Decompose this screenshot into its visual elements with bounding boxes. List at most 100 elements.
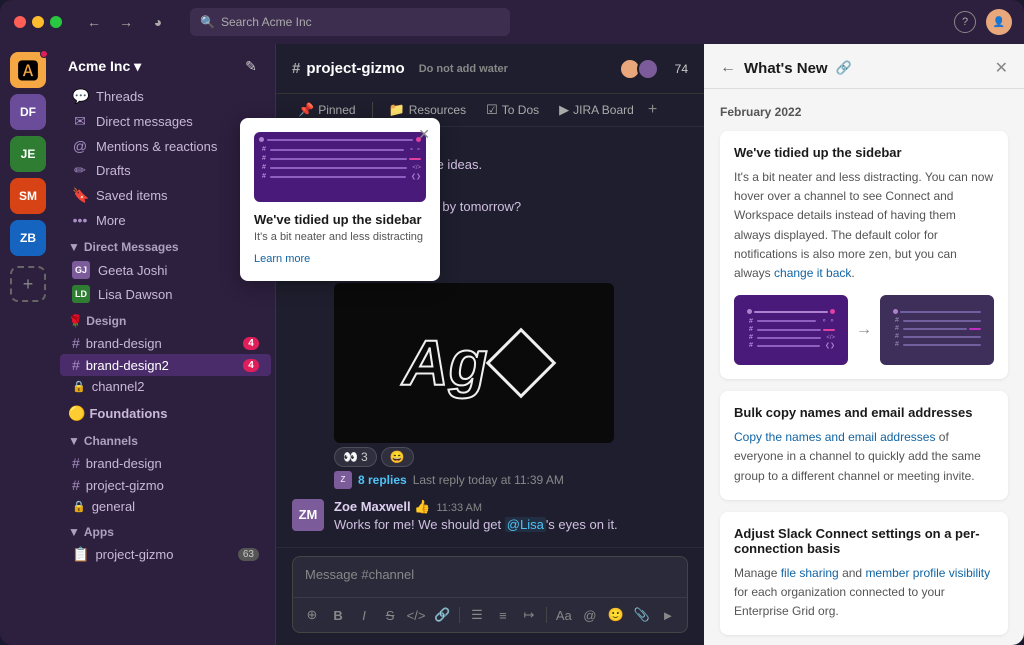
search-bar[interactable]: 🔍 Search Acme Inc: [190, 8, 510, 36]
foundations-section[interactable]: 🟡 Foundations: [56, 397, 275, 426]
mentions-icon: @: [72, 138, 88, 154]
input-sep-1: [459, 607, 460, 623]
search-icon: 🔍: [200, 15, 215, 29]
tooltip-close-button[interactable]: ✕: [418, 126, 430, 143]
user-avatar[interactable]: 👤: [986, 9, 1012, 35]
numbered-list-button[interactable]: ≡: [492, 602, 514, 628]
message-input[interactable]: [293, 557, 687, 592]
wn-content: February 2022 We've tidied up the sideba…: [704, 89, 1024, 645]
app-icon: 📋: [72, 546, 89, 563]
mention-button[interactable]: @: [579, 602, 601, 628]
sidebar-item-threads[interactable]: 💬 Threads: [60, 84, 271, 109]
copy-names-link[interactable]: Copy the names and email addresses: [734, 430, 935, 444]
strikethrough-button[interactable]: S: [379, 602, 401, 628]
hash-icon-4: #: [72, 477, 80, 493]
help-button[interactable]: ?: [954, 11, 976, 33]
dm-item-lisa[interactable]: LD Lisa Dawson: [60, 282, 271, 306]
more-icon: •••: [72, 212, 88, 228]
workspace-je[interactable]: JE: [10, 136, 46, 172]
wn-month: February 2022: [720, 105, 1008, 119]
workspace-icon-acme[interactable]: 🅰: [10, 52, 46, 88]
wn-card-sidebar: We've tidied up the sidebar It's a bit n…: [720, 131, 1008, 379]
channel-hash-icon: #: [292, 60, 300, 77]
wn-card-text-1: It's a bit neater and less distracting. …: [734, 168, 994, 283]
image-preview: Ag: [334, 283, 614, 443]
maximize-window-button[interactable]: [50, 16, 62, 28]
member-avatars: [623, 58, 659, 80]
workspace-sm[interactable]: SM: [10, 178, 46, 214]
dm-avatar-lisa: LD: [72, 285, 90, 303]
jira-button[interactable]: ▶ JIRA Board: [553, 100, 640, 120]
add-toolbar-button[interactable]: +: [648, 101, 657, 119]
tooltip-learn-more-link[interactable]: Learn more: [254, 253, 310, 265]
window-chrome: ← → ◕ 🔍 Search Acme Inc ? 👤: [0, 0, 1024, 44]
history-button[interactable]: ◕: [146, 10, 170, 34]
wn-link-icon[interactable]: 🔗: [836, 60, 852, 76]
reaction-smile[interactable]: 😄: [381, 447, 414, 467]
channel-item-general[interactable]: 🔒 general: [60, 496, 271, 517]
drafts-icon: ✏: [72, 162, 88, 179]
hash-icon-2: #: [72, 357, 80, 373]
saved-icon: 🔖: [72, 187, 88, 204]
format-button[interactable]: ⊕: [301, 602, 323, 628]
app-item-project-gizmo[interactable]: 📋 project-gizmo 63: [60, 543, 271, 566]
minimize-window-button[interactable]: [32, 16, 44, 28]
italic-button[interactable]: I: [353, 602, 375, 628]
add-workspace-button[interactable]: +: [10, 266, 46, 302]
channel-item-channel2[interactable]: 🔒 channel2: [60, 376, 271, 397]
traffic-lights: [0, 16, 62, 28]
change-back-link[interactable]: change it back: [774, 266, 851, 280]
todos-button[interactable]: ☑ To Dos: [480, 100, 545, 120]
workspace-zb[interactable]: ZB: [10, 220, 46, 256]
mention-lisa[interactable]: @Lisa: [505, 517, 546, 532]
design-section-header[interactable]: 🌹 Design: [56, 306, 275, 332]
channel-item-project-gizmo[interactable]: # project-gizmo: [60, 474, 271, 496]
apps-chevron-icon: ▼: [68, 525, 80, 539]
attach-button[interactable]: 📎: [631, 602, 653, 628]
lock-icon-2: 🔒: [72, 500, 86, 513]
wn-close-button[interactable]: ✕: [995, 58, 1008, 78]
text-size-button[interactable]: Aa: [553, 602, 575, 628]
hash-icon: #: [72, 335, 80, 351]
channel-title: # project-gizmo Do not add water: [292, 60, 508, 77]
emoji-button[interactable]: 🙂: [605, 602, 627, 628]
back-button[interactable]: ←: [82, 10, 106, 34]
tooltip-popup: ✕ # ⚬ ⚬ #: [240, 118, 440, 281]
close-window-button[interactable]: [14, 16, 26, 28]
before-after-arrow: →: [856, 321, 872, 339]
pinned-button[interactable]: 📌 Pinned: [292, 100, 362, 120]
bullet-list-button[interactable]: ☰: [466, 602, 488, 628]
workspace-df[interactable]: DF: [10, 94, 46, 130]
channel-item-brand-design[interactable]: # brand-design 4: [60, 332, 271, 354]
forward-button[interactable]: →: [114, 10, 138, 34]
apps-section-header[interactable]: ▼ Apps: [56, 517, 275, 543]
resources-button[interactable]: 📁 Resources: [383, 100, 473, 120]
app-badge: 63: [238, 548, 259, 561]
pin-icon: 📌: [298, 102, 314, 118]
indent-button[interactable]: ↦: [518, 602, 540, 628]
member-profile-link[interactable]: member profile visibility: [865, 566, 990, 580]
channel-item-brand-design-3[interactable]: # brand-design: [60, 452, 271, 474]
link-button[interactable]: 🔗: [431, 602, 453, 628]
channel-subtitle: Do not add water: [419, 63, 508, 75]
code-button[interactable]: </>: [405, 602, 427, 628]
whatsnew-panel: ← What's New 🔗 ✕ February 2022 We've tid…: [704, 44, 1024, 645]
input-toolbar: ⊕ B I S </> 🔗 ☰ ≡ ↦ Aa @ 🙂 �: [293, 597, 687, 632]
bold-button[interactable]: B: [327, 602, 349, 628]
wn-title: What's New: [744, 60, 828, 77]
sidebar-before-after: # ⚬ ⚬ #: [734, 295, 994, 365]
reply-thread[interactable]: Z 8 replies Last reply today at 11:39 AM: [334, 471, 688, 489]
send-button[interactable]: ►: [657, 602, 679, 628]
compose-button[interactable]: ✎: [239, 54, 263, 78]
wn-back-button[interactable]: ←: [720, 59, 736, 77]
tooltip-text: It's a bit neater and less distracting: [254, 231, 426, 243]
channels-section-header[interactable]: ▼ Channels: [56, 426, 275, 452]
workspace-header[interactable]: Acme Inc ▾ ✎: [56, 44, 275, 84]
reaction-eyes[interactable]: 👀 3: [334, 447, 377, 467]
dm-avatar-geeta: GJ: [72, 261, 90, 279]
msg-avatar-4: ZM: [292, 499, 324, 531]
file-sharing-link[interactable]: file sharing: [781, 566, 839, 580]
channel-item-brand-design2[interactable]: # brand-design2 4: [60, 354, 271, 376]
tooltip-title: We've tidied up the sidebar: [254, 212, 426, 227]
wn-card-text-3: Manage file sharing and member profile v…: [734, 564, 994, 622]
